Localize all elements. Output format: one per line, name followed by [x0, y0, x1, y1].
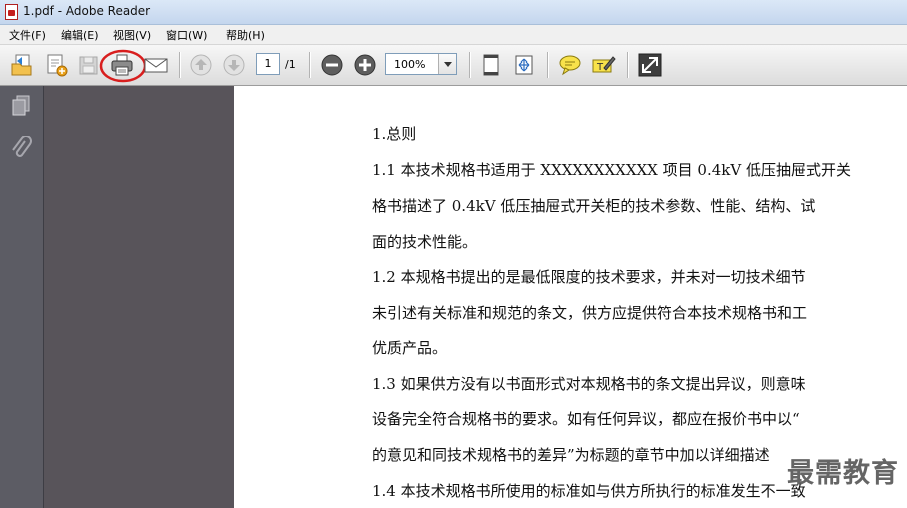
email-button[interactable]	[143, 52, 169, 78]
navigation-pane	[0, 86, 44, 508]
menu-file[interactable]: 文件(F)	[9, 27, 46, 43]
open-folder-icon	[11, 54, 32, 76]
toolbar-separator	[469, 52, 471, 78]
document-text-line: 1.3 如果供方没有以书面形式对本规格书的条文提出异议，则意味	[372, 375, 806, 393]
zoom-select[interactable]: 100%	[385, 53, 457, 75]
toolbar-separator	[309, 52, 311, 78]
open-button[interactable]	[9, 52, 35, 78]
page-number-input[interactable]: 1	[256, 53, 280, 75]
fit-width-button[interactable]	[511, 52, 537, 78]
fit-page-button[interactable]	[478, 52, 504, 78]
svg-text:T: T	[596, 62, 604, 73]
expand-arrows-icon	[638, 53, 662, 77]
menu-help[interactable]: 帮助(H)	[226, 27, 265, 43]
fit-width-icon	[515, 55, 533, 75]
comment-bubble-icon	[559, 55, 581, 76]
pages-panel-icon[interactable]	[10, 94, 32, 118]
document-text-line: 格书描述了 0.4kV 低压抽屉式开关柜的技术参数、性能、结构、试	[372, 197, 816, 215]
envelope-icon	[144, 58, 168, 73]
document-text-line: 优质产品。	[372, 339, 448, 357]
create-pdf-button[interactable]	[43, 52, 69, 78]
window-title: 1.pdf - Adobe Reader	[23, 4, 151, 18]
document-text-line: 1.1 本技术规格书适用于 XXXXXXXXXXX 项目 0.4kV 低压抽屉式…	[372, 161, 851, 179]
zoom-out-button[interactable]	[319, 52, 345, 78]
toolbar-separator	[179, 52, 181, 78]
minus-circle-icon	[321, 54, 343, 76]
page-total: /1	[285, 58, 296, 71]
toolbar: 1 /1 100% T	[0, 45, 907, 86]
title-bar: 1.pdf - Adobe Reader	[0, 0, 907, 25]
plus-circle-icon	[354, 54, 376, 76]
arrow-down-icon	[223, 54, 245, 76]
document-page[interactable]: 1.总则 1.1 本技术规格书适用于 XXXXXXXXXXX 项目 0.4kV …	[234, 86, 907, 508]
create-pdf-icon	[47, 54, 68, 77]
add-comment-button[interactable]	[557, 52, 583, 78]
fit-page-icon	[483, 54, 499, 76]
full-screen-button[interactable]	[637, 52, 663, 78]
document-text-line: 未引述有关标准和规范的条文，供方应提供符合本技术规格书和工	[372, 304, 808, 322]
menu-window[interactable]: 窗口(W)	[166, 27, 207, 43]
toolbar-separator	[547, 52, 549, 78]
zoom-value: 100%	[394, 58, 426, 71]
arrow-up-icon	[190, 54, 212, 76]
print-highlight-circle	[99, 49, 147, 83]
document-text-line: 1.2 本规格书提出的是最低限度的技术要求，并未对一切技术细节	[372, 268, 806, 286]
document-text-line: 设备完全符合规格书的要求。如有任何异议，都应在报价书中以“	[372, 410, 800, 428]
side-panel	[44, 86, 234, 508]
highlight-text-button[interactable]: T	[590, 52, 616, 78]
next-page-button[interactable]	[221, 52, 247, 78]
highlighter-icon: T	[592, 56, 616, 73]
zoom-in-button[interactable]	[352, 52, 378, 78]
pdf-file-icon	[5, 4, 18, 20]
menu-view[interactable]: 视图(V)	[113, 27, 151, 43]
watermark-logo: 最需教育	[787, 458, 899, 489]
toolbar-separator	[627, 52, 629, 78]
document-heading: 1.总则	[372, 125, 417, 143]
chevron-down-icon[interactable]	[438, 54, 456, 74]
document-text-line: 1.4 本技术规格书所使用的标准如与供方所执行的标准发生不一致	[372, 482, 806, 500]
document-text-line: 的意见和同技术规格书的差异”为标题的章节中加以详细描述	[372, 446, 770, 464]
menu-bar: 文件(F) 编辑(E) 视图(V) 窗口(W) 帮助(H)	[0, 25, 907, 45]
document-text-line: 面的技术性能。	[372, 233, 478, 251]
menu-edit[interactable]: 编辑(E)	[61, 27, 99, 43]
attachments-paperclip-icon[interactable]	[10, 136, 32, 162]
previous-page-button[interactable]	[188, 52, 214, 78]
